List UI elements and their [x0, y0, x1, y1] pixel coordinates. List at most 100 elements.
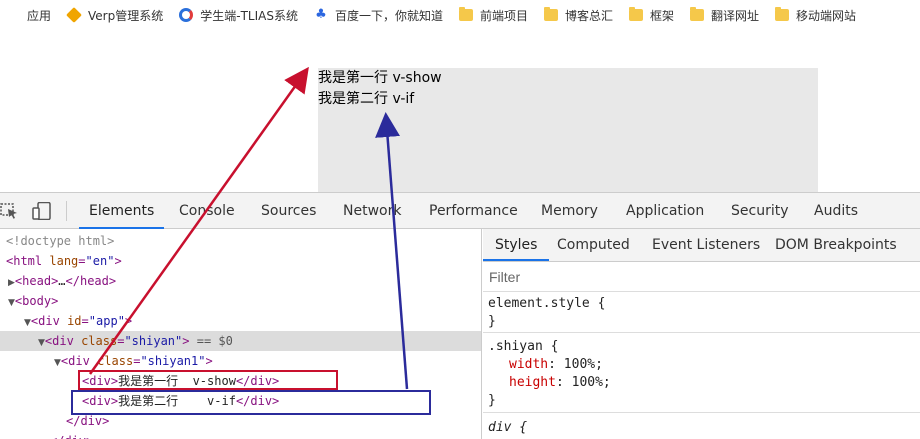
- folder-icon: [458, 7, 473, 21]
- shiyan1-attr-name: class: [97, 354, 134, 368]
- shiyan1-node[interactable]: ▼<div class="shiyan1">: [54, 351, 213, 371]
- head-node[interactable]: ▶<head>…</head>: [8, 271, 116, 291]
- prop-name: height: [509, 375, 556, 390]
- tab-network[interactable]: Network: [343, 193, 401, 229]
- collapse-triangle-icon[interactable]: ▼: [54, 358, 61, 368]
- element-style-rule[interactable]: element.style { }: [483, 295, 920, 333]
- v-if-line: 我是第二行 v-if: [318, 91, 415, 107]
- body-node[interactable]: ▼<body>: [8, 291, 58, 311]
- tab-console[interactable]: Console: [179, 193, 235, 229]
- expand-triangle-icon[interactable]: ▶: [8, 278, 15, 288]
- head-collapsed-ellipsis: …: [58, 274, 66, 288]
- app-node[interactable]: ▼<div id="app">: [24, 311, 132, 331]
- subtab-styles[interactable]: Styles: [483, 229, 550, 261]
- shiyan-close-node[interactable]: </div>: [50, 431, 93, 439]
- style-prop-width[interactable]: width: 100%;: [483, 356, 920, 374]
- selected-marker: == $0: [196, 334, 233, 348]
- doctype-text: <!doctype html>: [6, 234, 115, 248]
- bookmark-folder-blogs[interactable]: 博客总汇: [538, 0, 623, 30]
- head-close-tag: head: [79, 274, 109, 288]
- html-attr-value: en: [92, 254, 108, 268]
- app-attr-value: app: [96, 314, 118, 328]
- bookmarks-bar: 应用 Verp管理系统 学生端-TLIAS系统 ♣ 百度一下，你就知道 前端项目…: [0, 0, 920, 30]
- inspect-element-icon[interactable]: [0, 202, 20, 220]
- tab-sources[interactable]: Sources: [261, 193, 316, 229]
- apps-grid-icon: [6, 8, 20, 22]
- bookmark-folder-mobile[interactable]: 移动端网站: [769, 0, 866, 30]
- shiyan-rule[interactable]: .shiyan { width: 100%; height: 100%; }: [483, 335, 920, 413]
- bookmark-tlias[interactable]: 学生端-TLIAS系统: [173, 0, 308, 30]
- verp-icon: [66, 7, 82, 23]
- folder-icon: [775, 7, 790, 21]
- bookmark-apps[interactable]: 应用: [0, 0, 61, 30]
- html-tag: html: [13, 254, 43, 268]
- bookmark-label: Verp管理系统: [88, 8, 164, 23]
- prop-value: 100%;: [571, 375, 611, 390]
- devtools-toolbar: Elements Console Sources Network Perform…: [0, 192, 920, 229]
- doctype-node[interactable]: <!doctype html>: [6, 231, 114, 251]
- shiyan-tag: div: [52, 334, 74, 348]
- bookmark-label: 学生端-TLIAS系统: [200, 8, 298, 23]
- shiyan-selector: .shiyan {: [488, 339, 559, 354]
- device-toolbar-icon[interactable]: [32, 201, 52, 221]
- prop-name: width: [509, 357, 549, 372]
- bookmark-folder-frontend[interactable]: 前端项目: [453, 0, 538, 30]
- styles-subtabs: Styles Computed Event Listeners DOM Brea…: [483, 229, 920, 262]
- tab-elements[interactable]: Elements: [79, 193, 165, 229]
- collapse-triangle-icon[interactable]: ▼: [8, 298, 15, 308]
- subtab-dom-breakpoints[interactable]: DOM Breakpoints: [775, 229, 897, 261]
- folder-icon: [690, 7, 705, 21]
- styles-pane: Styles Computed Event Listeners DOM Brea…: [483, 229, 920, 439]
- bookmark-label: 翻译网址: [711, 8, 760, 23]
- shiyan-attr-name: class: [81, 334, 118, 348]
- rule-close-brace: }: [488, 393, 496, 408]
- app-tag: div: [38, 314, 60, 328]
- bookmark-label: 博客总汇: [564, 8, 613, 23]
- head-tag: head: [22, 274, 52, 288]
- style-prop-height[interactable]: height: 100%;: [483, 374, 920, 392]
- collapse-triangle-icon[interactable]: ▼: [38, 338, 45, 348]
- collapse-triangle-icon[interactable]: ▼: [24, 318, 31, 328]
- bookmark-label: 百度一下，你就知道: [334, 8, 443, 23]
- v-if-highlight-box: [71, 390, 431, 415]
- tab-performance[interactable]: Performance: [429, 193, 518, 229]
- tlias-icon: [179, 8, 194, 22]
- bookmark-label: 框架: [650, 8, 675, 23]
- baidu-paw-icon: ♣: [315, 7, 327, 22]
- styles-filter: [483, 262, 920, 292]
- styles-filter-input[interactable]: [489, 267, 909, 287]
- div-selector: div {: [488, 420, 528, 435]
- prop-value: 100%;: [563, 357, 603, 372]
- bookmark-baidu[interactable]: ♣ 百度一下，你就知道: [308, 0, 453, 30]
- v-show-line: 我是第一行 v-show: [318, 70, 442, 86]
- bookmark-label: 应用: [27, 8, 52, 23]
- bookmark-verp[interactable]: Verp管理系统: [61, 0, 173, 30]
- shiyan-close-tag: </div>: [50, 434, 93, 439]
- rule-close-brace: }: [488, 314, 496, 329]
- folder-icon: [629, 7, 643, 21]
- div-rule[interactable]: div {: [483, 417, 920, 439]
- shiyan-attr-value: shiyan: [131, 334, 176, 348]
- shiyan1-attr-value: shiyan1: [147, 354, 199, 368]
- shiyan1-tag: div: [68, 354, 90, 368]
- bookmark-folder-translate[interactable]: 翻译网址: [684, 0, 769, 30]
- html-node[interactable]: <html lang="en">: [6, 251, 122, 271]
- body-tag: body: [22, 294, 52, 308]
- subtab-computed[interactable]: Computed: [557, 229, 630, 261]
- bookmark-label: 移动端网站: [796, 8, 857, 23]
- v-show-highlight-box: [78, 370, 338, 390]
- subtab-event-listeners[interactable]: Event Listeners: [652, 229, 760, 261]
- tab-security[interactable]: Security: [731, 193, 789, 229]
- bookmark-label: 前端项目: [479, 8, 528, 23]
- html-attr-name: lang: [49, 254, 79, 268]
- page-viewport: 我是第一行 v-show 我是第二行 v-if: [0, 30, 920, 192]
- app-attr-name: id: [67, 314, 82, 328]
- tab-audits[interactable]: Audits: [814, 193, 858, 229]
- toolbar-divider: [66, 201, 67, 221]
- tab-application[interactable]: Application: [626, 193, 704, 229]
- shiyan1-close-tag: </div>: [66, 414, 110, 428]
- folder-icon: [543, 7, 558, 21]
- bookmark-folder-frameworks[interactable]: 框架: [623, 0, 684, 30]
- shiyan-node-selected[interactable]: ▼<div class="shiyan"> == $0: [0, 331, 481, 351]
- tab-memory[interactable]: Memory: [541, 193, 598, 229]
